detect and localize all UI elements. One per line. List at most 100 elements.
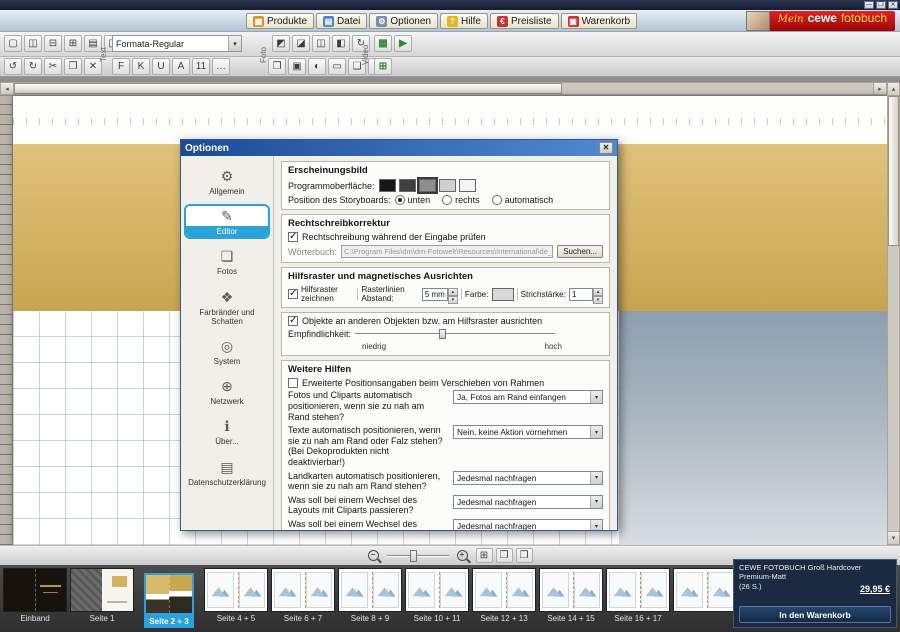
chevron-down-icon[interactable] bbox=[590, 391, 602, 403]
fullscreen-icon[interactable]: ❒ bbox=[496, 548, 513, 563]
storyboard-radio-option[interactable]: unten bbox=[395, 195, 431, 205]
dialog-close-icon[interactable]: ✕ bbox=[599, 142, 613, 154]
menu-button[interactable]: ▤ Datei bbox=[316, 13, 367, 29]
dialog-titlebar[interactable]: Optionen ✕ bbox=[181, 140, 617, 156]
storyboard-radio-option[interactable]: rechts bbox=[442, 195, 480, 205]
chevron-down-icon[interactable] bbox=[590, 426, 602, 438]
dialog-sidebar-item[interactable]: ❖ Farbränder und Schatten bbox=[184, 285, 270, 329]
sensitivity-slider[interactable] bbox=[355, 329, 555, 339]
page-thumbnail[interactable]: Seite 4 + 5 bbox=[204, 568, 268, 632]
scroll-left-icon[interactable] bbox=[1, 83, 14, 94]
vertical-scroll-thumb[interactable] bbox=[888, 96, 899, 246]
layout-grid-icon[interactable]: ⊞ bbox=[64, 35, 82, 52]
dialog-sidebar-item[interactable]: ⊕ Netzwerk bbox=[184, 374, 270, 409]
border-icon[interactable]: ▭ bbox=[328, 58, 346, 75]
vertical-scrollbar[interactable] bbox=[887, 82, 900, 545]
fit-page-icon[interactable]: ⊞ bbox=[476, 548, 493, 563]
chevron-down-icon[interactable] bbox=[590, 472, 602, 484]
grid-stroke-stepper[interactable]: 1 bbox=[569, 288, 603, 301]
close-button[interactable]: ✕ bbox=[888, 1, 898, 9]
chevron-down-icon[interactable] bbox=[590, 520, 602, 530]
scroll-right-icon[interactable] bbox=[873, 83, 886, 94]
frame-icon[interactable]: ▣ bbox=[288, 58, 306, 75]
copy-icon[interactable]: ❐ bbox=[64, 58, 82, 75]
font-family-select[interactable]: Formata-Regular bbox=[112, 35, 242, 52]
font-color-button[interactable]: A bbox=[172, 58, 190, 75]
theme-darkgray-swatch[interactable] bbox=[399, 179, 416, 192]
layout-blank-icon[interactable]: ▢ bbox=[4, 35, 22, 52]
menu-button[interactable]: € Preisliste bbox=[490, 13, 559, 29]
helper-select[interactable]: Jedesmal nachfragen bbox=[453, 471, 603, 485]
font-size-value[interactable]: 11 bbox=[192, 58, 210, 75]
flip-horizontal-icon[interactable]: ◧ bbox=[332, 35, 350, 52]
dictionary-path-input[interactable]: C:\Program Files\dm\dm-Fotowelt\Resource… bbox=[341, 245, 553, 258]
spread-sky-photo[interactable] bbox=[619, 311, 887, 545]
maximize-button[interactable]: ❐ bbox=[876, 1, 886, 9]
menu-button[interactable]: ▣ Warenkorb bbox=[561, 13, 638, 29]
snap-objects-checkbox[interactable] bbox=[288, 316, 298, 326]
helper-select[interactable]: Jedesmal nachfragen bbox=[453, 519, 603, 530]
italic-button[interactable]: K bbox=[132, 58, 150, 75]
dialog-sidebar-item[interactable]: ✎ Editor bbox=[184, 204, 270, 239]
effects-icon[interactable]: ◐ bbox=[308, 58, 326, 75]
theme-gray-swatch[interactable] bbox=[419, 179, 436, 192]
theme-black-swatch[interactable] bbox=[379, 179, 396, 192]
minimize-button[interactable]: — bbox=[864, 1, 874, 9]
spellcheck-checkbox[interactable] bbox=[288, 232, 298, 242]
more-text-options-button[interactable]: … bbox=[212, 58, 230, 75]
page-thumbnail[interactable]: Seite 14 + 15 bbox=[539, 568, 603, 632]
page-thumbnail[interactable]: Seite 16 + 17 bbox=[606, 568, 670, 632]
page-thumbnail[interactable]: Seite 2 + 3 bbox=[137, 568, 201, 632]
layout-columns-icon[interactable]: ◫ bbox=[24, 35, 42, 52]
page-thumbnail[interactable]: Seite 6 + 7 bbox=[271, 568, 335, 632]
dialog-sidebar-item[interactable]: ℹ Über... bbox=[184, 414, 270, 449]
horizontal-scroll-thumb[interactable] bbox=[14, 83, 562, 94]
dialog-sidebar-item[interactable]: ◎ System bbox=[184, 334, 270, 369]
bold-button[interactable]: F bbox=[112, 58, 130, 75]
crop-icon[interactable]: ❒ bbox=[268, 58, 286, 75]
chevron-down-icon[interactable] bbox=[590, 496, 602, 508]
browse-button[interactable]: Suchen... bbox=[557, 245, 603, 258]
page-thumbnail[interactable] bbox=[673, 568, 737, 632]
scroll-down-icon[interactable] bbox=[888, 531, 899, 544]
page-thumbnail[interactable]: Einband bbox=[3, 568, 67, 632]
spin-up-icon[interactable] bbox=[593, 288, 603, 296]
page-thumbnail[interactable]: Seite 10 + 11 bbox=[405, 568, 469, 632]
horizontal-scrollbar[interactable] bbox=[0, 82, 887, 95]
play-icon[interactable]: ▶ bbox=[394, 35, 412, 52]
menu-button[interactable]: ⚙ Optionen bbox=[369, 13, 438, 29]
radio-icon[interactable] bbox=[492, 195, 502, 205]
cut-icon[interactable]: ✂ bbox=[44, 58, 62, 75]
page-thumbnail[interactable]: Seite 8 + 9 bbox=[338, 568, 402, 632]
spin-down-icon[interactable] bbox=[448, 296, 458, 304]
zoom-slider-thumb[interactable] bbox=[410, 550, 417, 562]
helper-select[interactable]: Nein, keine Aktion vornehmen bbox=[453, 425, 603, 439]
zoom-slider[interactable] bbox=[387, 550, 449, 562]
radio-icon[interactable] bbox=[442, 195, 452, 205]
align-objects-icon[interactable]: ◫ bbox=[312, 35, 330, 52]
draw-grid-checkbox[interactable] bbox=[288, 289, 298, 299]
redo-icon[interactable]: ↻ bbox=[24, 58, 42, 75]
theme-lightgray-swatch[interactable] bbox=[439, 179, 456, 192]
spread-view-icon[interactable]: ❐ bbox=[516, 548, 533, 563]
dialog-sidebar-item[interactable]: ▤ Datenschutzerklärung bbox=[184, 455, 270, 490]
undo-icon[interactable]: ↺ bbox=[4, 58, 22, 75]
dialog-sidebar-item[interactable]: ❏ Fotos bbox=[184, 244, 270, 279]
zoom-out-icon[interactable]: − bbox=[368, 550, 379, 561]
add-to-cart-button[interactable]: In den Warenkorb bbox=[739, 606, 891, 623]
send-to-back-icon[interactable]: ◪ bbox=[292, 35, 310, 52]
underline-button[interactable]: U bbox=[152, 58, 170, 75]
slider-thumb[interactable] bbox=[439, 329, 446, 339]
menu-button[interactable]: ▦ Produkte bbox=[246, 13, 314, 29]
grid-spacing-stepper[interactable]: 5 mm bbox=[422, 288, 458, 301]
layout-rows-icon[interactable]: ⊟ bbox=[44, 35, 62, 52]
product-price[interactable]: 29,95 € bbox=[860, 584, 890, 594]
chevron-down-icon[interactable] bbox=[228, 36, 241, 51]
grid-color-swatch[interactable] bbox=[492, 288, 514, 301]
helper-select[interactable]: Jedesmal nachfragen bbox=[453, 495, 603, 509]
page-thumbnail[interactable]: Seite 12 + 13 bbox=[472, 568, 536, 632]
dialog-sidebar-item[interactable]: ⚙ Allgemein bbox=[184, 164, 270, 199]
bring-to-front-icon[interactable]: ◩ bbox=[272, 35, 290, 52]
page-thumbnail[interactable]: Seite 1 bbox=[70, 568, 134, 632]
theme-white-swatch[interactable] bbox=[459, 179, 476, 192]
